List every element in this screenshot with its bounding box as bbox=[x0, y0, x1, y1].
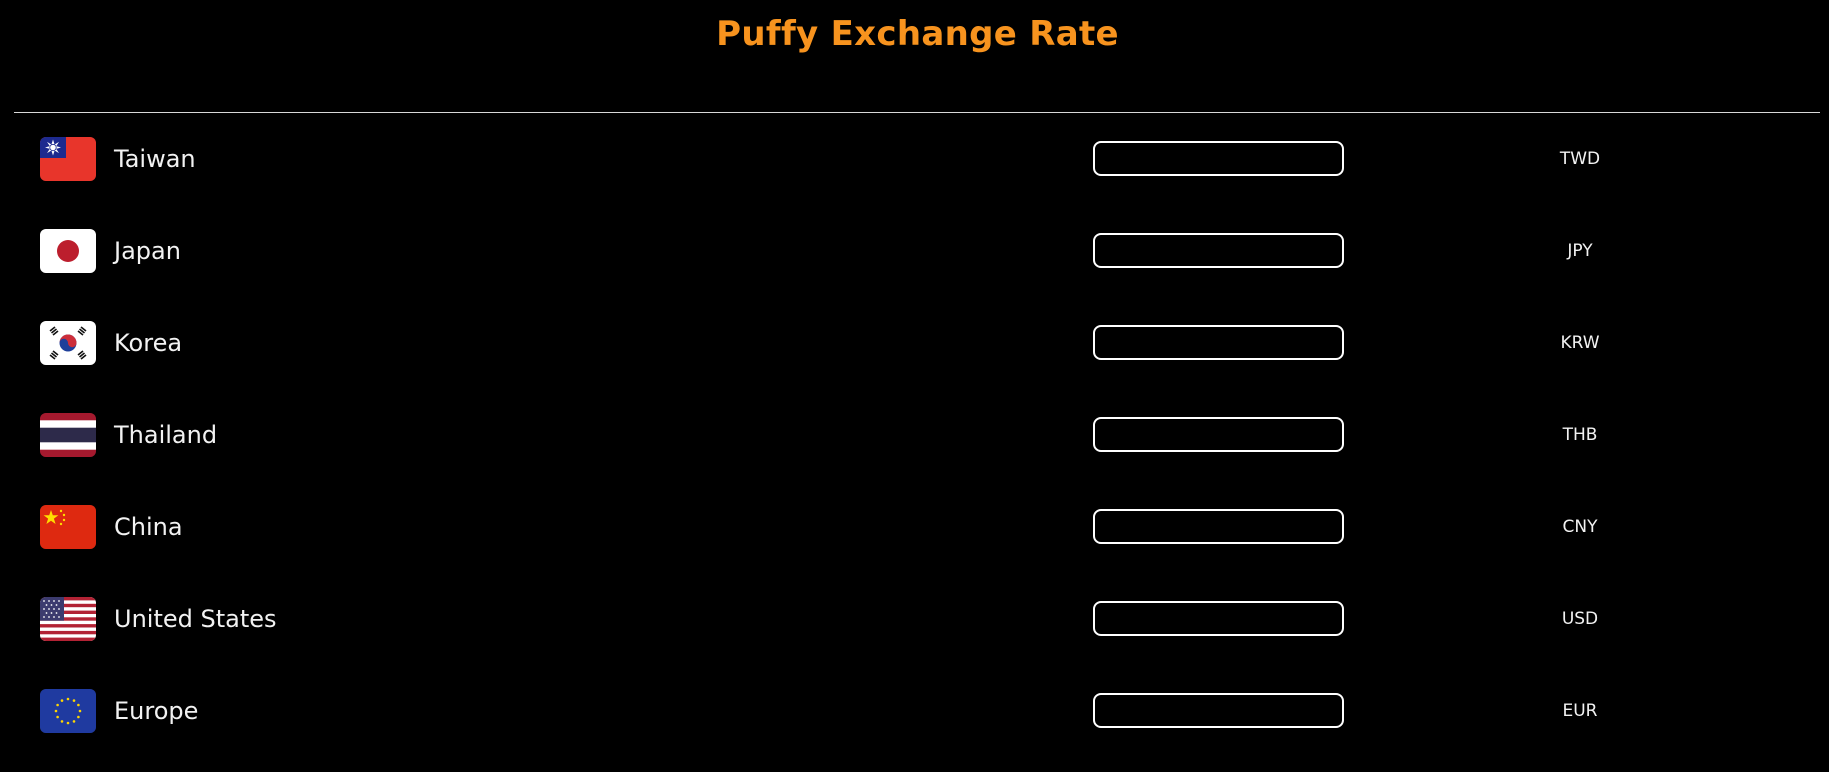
korea-flag-icon bbox=[40, 321, 96, 365]
currency-row-jpy: Japan JPY bbox=[0, 206, 1829, 298]
country-name: Taiwan bbox=[114, 145, 196, 173]
currency-code: JPY bbox=[1567, 241, 1593, 261]
currency-code: USD bbox=[1561, 609, 1599, 629]
header-divider bbox=[14, 112, 1820, 113]
country-name: Korea bbox=[114, 329, 183, 357]
amount-input-usd[interactable] bbox=[1093, 601, 1344, 636]
amount-input-jpy[interactable] bbox=[1093, 233, 1344, 268]
currency-list: Taiwan TWD Japan JPY Korea KRW Thailand … bbox=[0, 114, 1829, 758]
currency-code: TWD bbox=[1559, 149, 1601, 169]
page-title: Puffy Exchange Rate bbox=[716, 14, 1119, 54]
thailand-flag-icon bbox=[40, 413, 96, 457]
currency-row-twd: Taiwan TWD bbox=[0, 114, 1829, 206]
amount-input-krw[interactable] bbox=[1093, 325, 1344, 360]
usa-flag-icon bbox=[40, 597, 96, 641]
country-name: China bbox=[114, 513, 183, 541]
currency-code: EUR bbox=[1562, 701, 1598, 721]
eu-flag-icon bbox=[40, 689, 96, 733]
currency-row-usd: United States USD bbox=[0, 574, 1829, 666]
currency-code: KRW bbox=[1560, 333, 1600, 353]
country-name: Japan bbox=[114, 237, 181, 265]
country-name: United States bbox=[114, 605, 277, 633]
china-flag-icon bbox=[40, 505, 96, 549]
country-name: Thailand bbox=[114, 421, 218, 449]
amount-input-thb[interactable] bbox=[1093, 417, 1344, 452]
currency-row-thb: Thailand THB bbox=[0, 390, 1829, 482]
amount-input-eur[interactable] bbox=[1093, 693, 1344, 728]
currency-row-krw: Korea KRW bbox=[0, 298, 1829, 390]
currency-code: THB bbox=[1562, 425, 1598, 445]
amount-input-twd[interactable] bbox=[1093, 141, 1344, 176]
amount-input-cny[interactable] bbox=[1093, 509, 1344, 544]
currency-row-eur: Europe EUR bbox=[0, 666, 1829, 758]
currency-row-cny: China CNY bbox=[0, 482, 1829, 574]
exchange-rate-page: Puffy Exchange Rate Taiwan TWD Japan JPY… bbox=[0, 0, 1829, 772]
japan-flag-icon bbox=[40, 229, 96, 273]
country-name: Europe bbox=[114, 697, 199, 725]
currency-code: CNY bbox=[1562, 517, 1598, 537]
taiwan-flag-icon bbox=[40, 137, 96, 181]
